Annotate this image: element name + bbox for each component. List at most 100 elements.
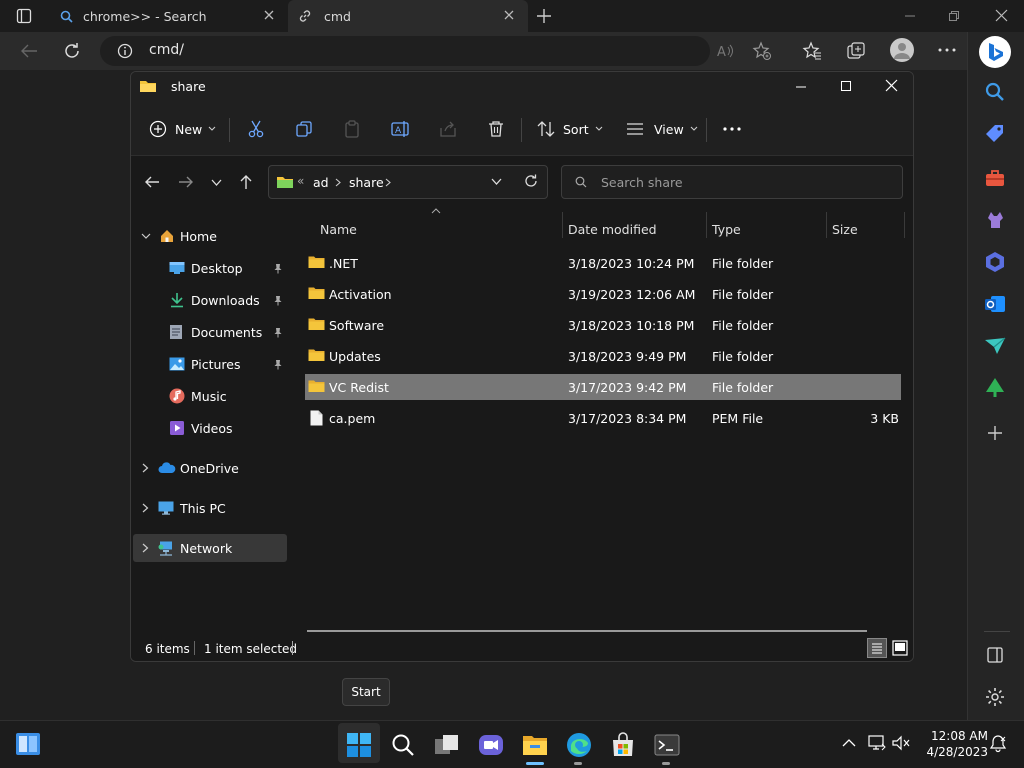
copy-icon[interactable] (295, 120, 313, 138)
widgets-icon[interactable] (15, 731, 41, 757)
task-view-icon[interactable] (434, 732, 460, 758)
see-more-icon[interactable] (723, 127, 741, 131)
paste-icon[interactable] (343, 120, 361, 138)
table-row[interactable]: Activation 3/19/2023 12:06 AM File folde… (305, 281, 901, 307)
nav-this-pc[interactable]: This PC (133, 494, 287, 522)
up-icon[interactable] (239, 174, 253, 190)
pin-icon[interactable] (273, 327, 283, 338)
cut-icon[interactable] (247, 120, 265, 138)
column-header-size[interactable]: Size (832, 222, 858, 237)
add-sidebar-icon[interactable] (983, 421, 1007, 445)
breadcrumb-overflow[interactable]: « (297, 174, 304, 188)
more-options-icon[interactable] (938, 48, 956, 52)
column-header-date[interactable]: Date modified (568, 222, 657, 237)
tab-search[interactable]: chrome>> - Search (48, 0, 288, 32)
refresh-icon[interactable] (63, 42, 81, 60)
pin-icon[interactable] (273, 295, 283, 306)
minimize-icon[interactable] (904, 10, 916, 22)
breadcrumb-ad[interactable]: ad (313, 175, 329, 190)
column-divider[interactable] (826, 212, 827, 238)
share-icon[interactable] (439, 120, 457, 138)
nav-desktop[interactable]: Desktop (133, 254, 287, 282)
tab-cmd[interactable]: cmd (288, 0, 528, 32)
nav-music[interactable]: Music (133, 382, 287, 410)
address-breadcrumb[interactable] (268, 165, 548, 199)
shopping-tag-icon[interactable] (983, 122, 1007, 146)
column-divider[interactable] (562, 212, 563, 238)
show-hidden-icons[interactable] (842, 738, 856, 747)
new-button[interactable]: New (149, 116, 216, 142)
microsoft365-icon[interactable] (983, 250, 1007, 274)
tiles-view-icon[interactable] (890, 638, 910, 658)
tools-icon[interactable] (983, 166, 1007, 190)
pin-icon[interactable] (273, 359, 283, 370)
column-header-type[interactable]: Type (712, 222, 741, 237)
table-row[interactable]: Software 3/18/2023 10:18 PM File folder (305, 312, 901, 338)
column-divider[interactable] (706, 212, 707, 238)
microsoft-store-icon[interactable] (610, 732, 636, 758)
info-icon[interactable] (117, 43, 133, 59)
table-row[interactable]: Updates 3/18/2023 9:49 PM File folder (305, 343, 901, 369)
nav-network[interactable]: Network (133, 534, 287, 562)
terminal-icon[interactable] (654, 732, 680, 758)
nav-videos[interactable]: Videos (133, 414, 287, 442)
edge-icon[interactable] (566, 732, 592, 758)
file-explorer-icon[interactable] (522, 732, 548, 758)
minimize-icon[interactable] (795, 81, 807, 93)
table-row[interactable]: .NET 3/18/2023 10:24 PM File folder (305, 250, 901, 276)
view-button[interactable]: View (626, 116, 698, 142)
close-icon[interactable] (885, 79, 898, 92)
pin-icon[interactable] (273, 263, 283, 274)
restore-icon[interactable] (948, 10, 960, 22)
address-history-icon[interactable] (491, 178, 502, 186)
close-tab-icon[interactable] (502, 8, 516, 22)
network-status-icon[interactable] (868, 735, 886, 751)
refresh-icon[interactable] (524, 174, 538, 188)
volume-muted-icon[interactable] (892, 735, 910, 751)
favorite-add-icon[interactable] (752, 41, 772, 61)
address-bar[interactable] (100, 36, 710, 66)
profile-avatar[interactable] (890, 38, 914, 62)
sort-button[interactable]: Sort (537, 116, 603, 142)
nav-home[interactable]: Home (133, 222, 287, 250)
nav-documents[interactable]: Documents (133, 318, 287, 346)
close-window-icon[interactable] (995, 9, 1008, 22)
column-header-name[interactable]: Name (320, 222, 357, 237)
send-icon[interactable] (983, 334, 1007, 358)
nav-downloads[interactable]: Downloads (133, 286, 287, 314)
breadcrumb-share[interactable]: share (349, 175, 384, 190)
column-divider[interactable] (904, 212, 905, 238)
favorites-icon[interactable] (802, 41, 822, 61)
nav-onedrive[interactable]: OneDrive (133, 454, 287, 482)
close-tab-icon[interactable] (262, 8, 276, 22)
windows-start-icon[interactable] (346, 732, 372, 758)
recent-locations-icon[interactable] (211, 179, 222, 187)
read-aloud-icon[interactable]: A (716, 42, 734, 60)
table-row[interactable]: ca.pem 3/17/2023 8:34 PM PEM File 3 KB (305, 405, 901, 431)
collections-icon[interactable] (846, 41, 866, 61)
system-clock[interactable]: 12:08 AM 4/28/2023 (918, 728, 988, 760)
address-text[interactable]: cmd/ (149, 42, 184, 58)
back-icon[interactable] (144, 175, 160, 189)
table-row-selected[interactable]: VC Redist 3/17/2023 9:42 PM File folder (305, 374, 901, 400)
notification-icon[interactable] (989, 735, 1007, 753)
new-tab-icon[interactable] (536, 8, 552, 24)
delete-icon[interactable] (487, 120, 505, 138)
details-view-icon[interactable] (867, 638, 887, 658)
tree-icon[interactable] (983, 376, 1007, 400)
horizontal-scrollbar[interactable] (307, 630, 867, 632)
back-icon[interactable] (20, 43, 38, 59)
outlook-icon[interactable] (983, 292, 1007, 316)
hide-sidebar-icon[interactable] (983, 643, 1007, 667)
games-icon[interactable] (983, 208, 1007, 232)
maximize-icon[interactable] (840, 80, 852, 92)
forward-icon[interactable] (178, 175, 194, 189)
search-icon[interactable] (983, 80, 1007, 104)
settings-gear-icon[interactable] (983, 685, 1007, 709)
rename-icon[interactable]: A (391, 120, 409, 138)
search-icon[interactable] (390, 732, 416, 758)
nav-pictures[interactable]: Pictures (133, 350, 287, 378)
tab-actions-icon[interactable] (16, 8, 32, 24)
bing-chat-icon[interactable] (979, 36, 1011, 68)
teams-chat-icon[interactable] (478, 732, 504, 758)
